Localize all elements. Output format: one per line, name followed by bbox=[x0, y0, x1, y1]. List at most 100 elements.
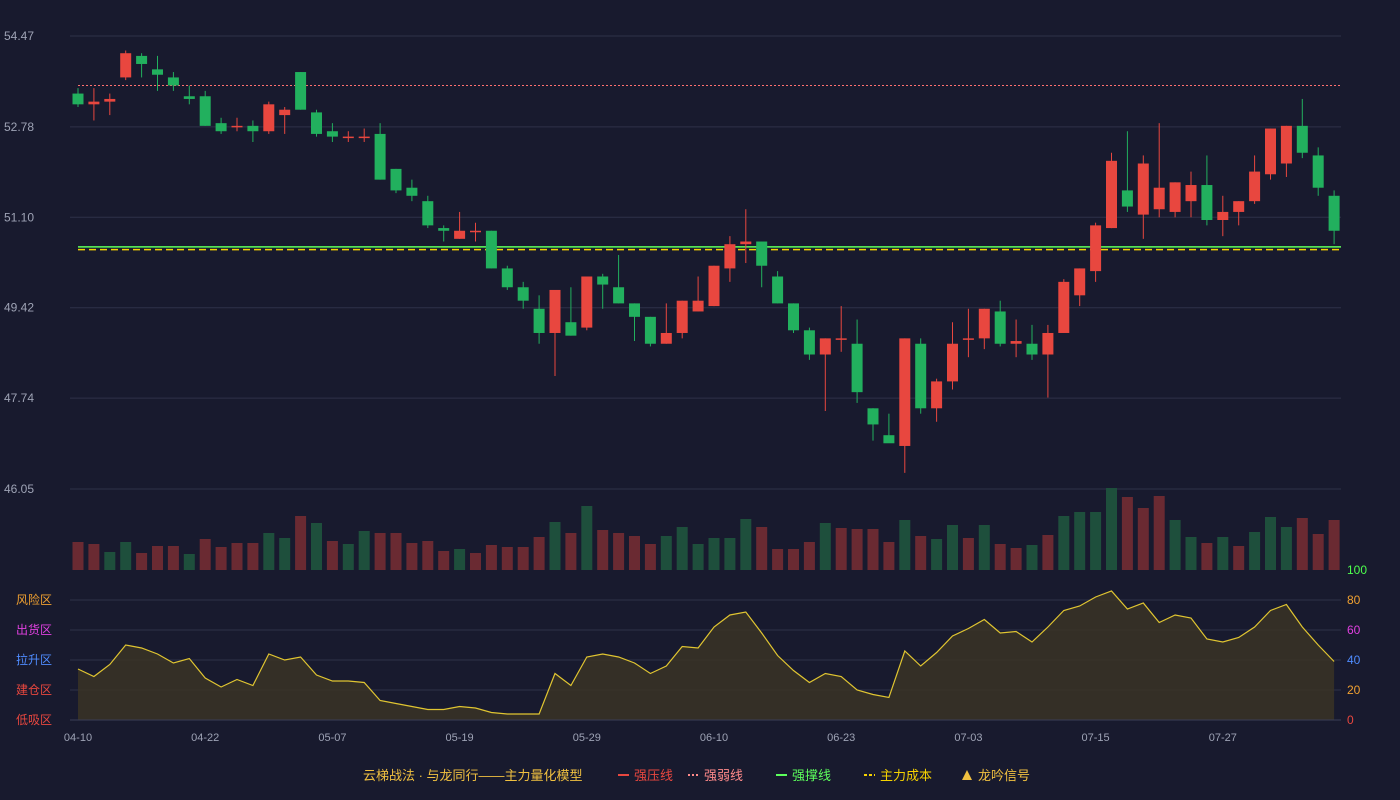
volume-bar bbox=[1249, 532, 1261, 570]
volume-bar bbox=[1121, 497, 1133, 570]
zone-label: 出货区 bbox=[16, 622, 52, 637]
volume-bar bbox=[1153, 496, 1165, 570]
volume-bar bbox=[374, 533, 386, 570]
candle-body bbox=[470, 230, 481, 233]
volume-bar bbox=[120, 542, 132, 570]
candle-body bbox=[867, 408, 879, 425]
candle-body bbox=[676, 300, 688, 333]
candle-body bbox=[152, 69, 163, 75]
price-axis-label: 47.74 bbox=[4, 391, 34, 405]
candle-body bbox=[247, 125, 259, 132]
volume-bar bbox=[199, 539, 211, 570]
volume-bar bbox=[88, 544, 100, 570]
candle-body bbox=[549, 289, 561, 333]
candle-body bbox=[692, 300, 704, 312]
volume-bar bbox=[1058, 516, 1070, 570]
candle-body bbox=[724, 244, 736, 269]
candle-body bbox=[1042, 332, 1054, 355]
candle-body bbox=[1265, 128, 1276, 175]
volume-bar bbox=[676, 527, 688, 570]
volume-bar bbox=[851, 529, 863, 570]
volume-bar bbox=[597, 530, 609, 570]
volume-bar bbox=[644, 544, 656, 570]
candle-body bbox=[72, 93, 84, 105]
candle-body bbox=[1233, 201, 1245, 212]
volume-bar bbox=[788, 549, 799, 570]
candle-body bbox=[183, 96, 195, 99]
osc-axis-label: 80 bbox=[1347, 593, 1361, 607]
legend-item-label: 强弱线 bbox=[704, 768, 743, 783]
candle-body bbox=[326, 131, 338, 137]
dragon-signal-icon bbox=[962, 770, 972, 780]
candle-body bbox=[1106, 160, 1117, 229]
candle-body bbox=[915, 343, 927, 409]
volume-bar bbox=[549, 522, 561, 570]
candle-body bbox=[851, 343, 863, 393]
volume-bar bbox=[104, 552, 116, 570]
volume-bar bbox=[1026, 545, 1038, 570]
candle-body bbox=[756, 241, 768, 266]
volume-bar bbox=[1137, 508, 1149, 570]
osc-axis-label: 40 bbox=[1347, 653, 1361, 667]
volume-bar bbox=[1265, 517, 1276, 570]
candle-body bbox=[581, 276, 593, 328]
candle-body bbox=[962, 338, 974, 340]
volume-bar bbox=[279, 538, 291, 570]
candle-body bbox=[501, 268, 513, 288]
candle-body bbox=[231, 125, 243, 128]
legend-title: 云梯战法 · 与龙同行——主力量化模型 bbox=[363, 768, 583, 783]
volume-bar bbox=[1328, 520, 1340, 570]
candlestick-chart: 54.47 52.78 51.10 49.42 47.74 46.05 100 80 60 40 2… bbox=[4, 29, 1367, 783]
candle-body bbox=[311, 112, 322, 134]
x-axis-label: 07-27 bbox=[1209, 732, 1237, 744]
candle-body bbox=[994, 311, 1006, 344]
candle-body bbox=[104, 98, 116, 102]
volume-bar bbox=[1185, 537, 1197, 570]
candle-body bbox=[88, 101, 100, 105]
volume-bar bbox=[422, 541, 434, 570]
candle-body bbox=[835, 338, 847, 340]
candle-body bbox=[819, 338, 831, 355]
volume-bar bbox=[931, 539, 943, 570]
candle-body bbox=[1090, 225, 1102, 272]
candle-body bbox=[613, 287, 625, 304]
volume-bar bbox=[756, 527, 768, 570]
volume-bar bbox=[947, 525, 958, 570]
zone-label: 拉升区 bbox=[16, 652, 52, 667]
volume-bar bbox=[994, 544, 1006, 570]
osc-axis-label: 60 bbox=[1347, 623, 1361, 637]
volume-bar bbox=[167, 546, 179, 570]
candle-body bbox=[978, 308, 990, 339]
price-axis-label: 46.05 bbox=[4, 482, 34, 496]
volume-bar bbox=[72, 542, 84, 570]
candle-body bbox=[263, 104, 275, 132]
candle-body bbox=[120, 53, 132, 78]
volume-bar bbox=[1042, 535, 1054, 570]
x-axis-label: 07-15 bbox=[1082, 732, 1110, 744]
candle-body bbox=[883, 435, 895, 444]
volume-bar bbox=[1233, 546, 1245, 570]
volume-bar bbox=[183, 554, 195, 570]
x-axis-label: 06-10 bbox=[700, 732, 728, 744]
candle-body bbox=[279, 109, 291, 116]
osc-axis-label: 0 bbox=[1347, 713, 1354, 727]
candle-body bbox=[1169, 182, 1181, 212]
volume-bar bbox=[342, 544, 354, 570]
candle-body bbox=[708, 265, 720, 307]
volume-bar bbox=[1074, 512, 1086, 570]
candle-body bbox=[1312, 155, 1324, 188]
x-axis-label: 04-10 bbox=[64, 732, 92, 744]
candle-body bbox=[295, 72, 307, 110]
price-axis-label: 52.78 bbox=[4, 120, 34, 134]
volume-bar bbox=[485, 545, 497, 570]
candle-body bbox=[390, 168, 402, 191]
volume-bar bbox=[470, 553, 481, 570]
volume-bar bbox=[819, 523, 831, 570]
candle-body bbox=[899, 338, 911, 446]
x-axis-label: 05-19 bbox=[446, 732, 474, 744]
volume-bar bbox=[660, 536, 672, 570]
candle-body bbox=[1137, 163, 1149, 215]
candle-body bbox=[438, 228, 450, 231]
zone-label: 低吸区 bbox=[16, 713, 52, 727]
candle-body bbox=[1185, 185, 1197, 202]
